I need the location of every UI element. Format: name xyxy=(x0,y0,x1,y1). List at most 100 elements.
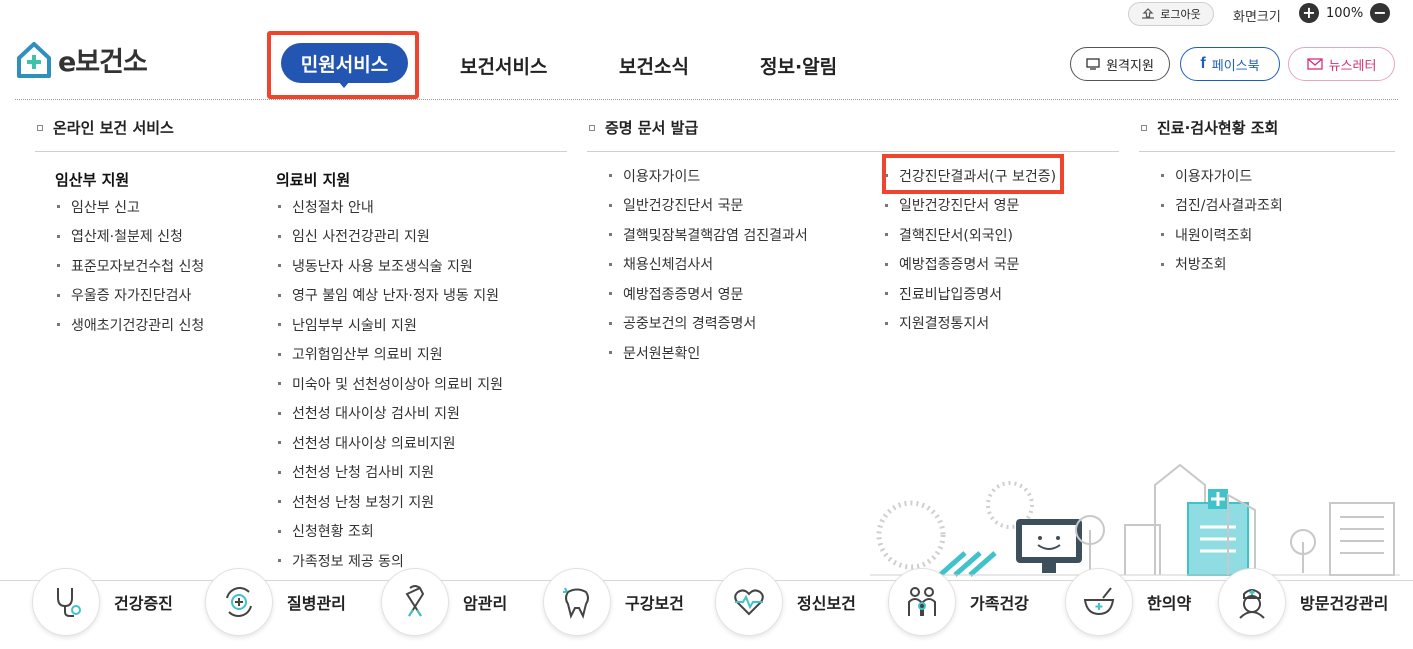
menu-link[interactable]: 고위험임산부 의료비 지원 xyxy=(276,340,503,370)
section-title-certificates: 증명 문서 발급 xyxy=(589,117,698,138)
quick-menu-label: 질병관리 xyxy=(287,594,346,613)
heart-pulse-icon xyxy=(734,589,764,616)
menu-link[interactable]: 선천성 난청 보청기 지원 xyxy=(276,487,503,517)
zoom-value: 100% xyxy=(1326,6,1364,21)
menu-link[interactable]: 임신 사전건강관리 지원 xyxy=(276,222,503,252)
gnb-item-health-service[interactable]: 보건서비스 xyxy=(460,52,547,79)
monitor-icon xyxy=(1086,58,1100,70)
menu-link[interactable]: 공중보건의 경력증명서 xyxy=(607,309,808,339)
menu-link[interactable]: 결핵진단서(외국인) xyxy=(883,220,1056,250)
plus-icon: + xyxy=(1302,3,1316,22)
mail-icon xyxy=(1306,58,1323,70)
square-bullet-icon xyxy=(1141,124,1147,131)
menu-link[interactable]: 이용자가이드 xyxy=(1159,161,1283,191)
quick-menu-item-mental-health[interactable]: 정신보건 xyxy=(715,568,856,636)
menu-link[interactable]: 미숙아 및 선천성이상아 의료비 지원 xyxy=(276,369,503,399)
menu-link[interactable]: 내원이력조회 xyxy=(1159,220,1283,250)
quick-menu-circle xyxy=(32,568,100,636)
section-line xyxy=(587,151,1119,152)
tooth-icon xyxy=(563,587,589,619)
medical-cost-list: 신청절차 안내 임신 사전건강관리 지원 냉동난자 사용 보조생식술 지원 영구… xyxy=(276,192,503,576)
zoom-in-button[interactable]: + xyxy=(1299,3,1319,23)
menu-link[interactable]: 임산부 신고 xyxy=(55,192,204,222)
gnb-item-health-news[interactable]: 보건소식 xyxy=(619,52,689,79)
quick-menu-label: 한의약 xyxy=(1147,594,1192,613)
virus-cycle-icon xyxy=(226,587,252,617)
remote-support-label: 원격지원 xyxy=(1106,58,1154,74)
quick-menu-circle xyxy=(205,568,273,636)
city-hospital-illustration xyxy=(870,463,1400,577)
quick-menu-item-disease-control[interactable]: 질병관리 xyxy=(205,568,346,636)
zoom-out-button[interactable]: − xyxy=(1370,3,1390,23)
facebook-icon: f xyxy=(1200,55,1206,72)
stethoscope-icon xyxy=(57,588,81,617)
quick-menu-item-oral-health[interactable]: 구강보건 xyxy=(543,568,684,636)
logout-label: 로그아웃 xyxy=(1160,8,1201,21)
menu-link[interactable]: 예방접종증명서 국문 xyxy=(883,250,1056,280)
menu-link[interactable]: 일반건강진단서 영문 xyxy=(883,191,1056,221)
quick-menu-label: 방문건강관리 xyxy=(1300,594,1389,613)
section-title-online-text: 온라인 보건 서비스 xyxy=(53,119,174,137)
menu-link[interactable]: 처방조회 xyxy=(1159,250,1283,280)
quick-menu-item-visiting-care[interactable]: 방문건강관리 xyxy=(1218,568,1388,636)
menu-link[interactable]: 검진/검사결과조회 xyxy=(1159,191,1283,221)
logout-icon xyxy=(1142,8,1155,19)
ribbon-icon xyxy=(405,585,425,617)
menu-link[interactable]: 지원결정통지서 xyxy=(883,309,1056,339)
gnb-item-civil-service[interactable]: 민원서비스 xyxy=(281,43,408,83)
menu-link[interactable]: 난임부부 시술비 지원 xyxy=(276,310,503,340)
facebook-button[interactable]: f 페이스북 xyxy=(1180,47,1280,81)
section-line xyxy=(1139,151,1395,152)
logout-button[interactable]: 로그아웃 xyxy=(1128,2,1214,26)
menu-link[interactable]: 채용신체검사서 xyxy=(607,250,808,280)
menu-link[interactable]: 이용자가이드 xyxy=(607,161,808,191)
menu-link[interactable]: 문서원본확인 xyxy=(607,338,808,368)
newsletter-button[interactable]: 뉴스레터 xyxy=(1288,47,1395,81)
menu-link[interactable]: 생애초기건강관리 신청 xyxy=(55,310,204,340)
exam-list: 이용자가이드 검진/검사결과조회 내원이력조회 처방조회 xyxy=(1159,161,1283,279)
menu-link[interactable]: 신청현황 조회 xyxy=(276,517,503,547)
certificate-list-1: 이용자가이드 일반건강진단서 국문 결핵및잠복결핵감염 검진결과서 채용신체검사… xyxy=(607,161,808,368)
menu-link[interactable]: 진료비납입증명서 xyxy=(883,279,1056,309)
menu-link[interactable]: 선천성 난청 검사비 지원 xyxy=(276,458,503,488)
section-line xyxy=(35,151,567,152)
quick-menu-circle xyxy=(1218,568,1286,636)
house-cross-icon xyxy=(17,41,51,78)
gnb-item-info-notice[interactable]: 정보·알림 xyxy=(760,52,837,79)
quick-menu-circle xyxy=(1065,568,1133,636)
quick-menu-circle xyxy=(888,568,956,636)
menu-link[interactable]: 표준모자보건수첩 신청 xyxy=(55,251,204,281)
menu-link[interactable]: 냉동난자 사용 보조생식술 지원 xyxy=(276,251,503,281)
mortar-icon xyxy=(1083,587,1115,616)
menu-link[interactable]: 영구 불임 예상 난자·정자 냉동 지원 xyxy=(276,281,503,311)
menu-link[interactable]: 우울증 자가진단검사 xyxy=(55,281,204,311)
quick-menu-circle xyxy=(543,568,611,636)
section-title-exam-text: 진료·검사현황 조회 xyxy=(1157,119,1279,137)
facebook-label: 페이스북 xyxy=(1211,58,1260,74)
quick-menu-circle xyxy=(715,568,783,636)
quick-menu-item-cancer-care[interactable]: 암관리 xyxy=(381,568,507,636)
minus-icon: − xyxy=(1373,3,1387,22)
remote-support-button[interactable]: 원격지원 xyxy=(1070,47,1170,81)
quick-menu-item-oriental-medicine[interactable]: 한의약 xyxy=(1065,568,1191,636)
family-icon xyxy=(908,587,936,616)
menu-link[interactable]: 선천성 대사이상 의료비지원 xyxy=(276,428,503,458)
menu-link[interactable]: 엽산제·철분제 신청 xyxy=(55,222,204,252)
menu-link[interactable]: 건강진단결과서(구 보건증) xyxy=(883,161,1056,191)
menu-link[interactable]: 예방접종증명서 영문 xyxy=(607,279,808,309)
quick-menu-label: 암관리 xyxy=(463,594,508,613)
certificate-list-2: 건강진단결과서(구 보건증) 일반건강진단서 영문 결핵진단서(외국인) 예방접… xyxy=(883,161,1056,338)
menu-link[interactable]: 일반건강진단서 국문 xyxy=(607,191,808,221)
quick-menu-item-health-promotion[interactable]: 건강증진 xyxy=(32,568,173,636)
screen-size-label: 화면크기 xyxy=(1233,10,1281,25)
quick-menu-label: 건강증진 xyxy=(114,594,173,613)
quick-menu-label: 정신보건 xyxy=(797,594,856,613)
quick-menu-item-family-health[interactable]: 가족건강 xyxy=(888,568,1029,636)
menu-link[interactable]: 결핵및잠복결핵감염 검진결과서 xyxy=(607,220,808,250)
menu-link[interactable]: 선천성 대사이상 검사비 지원 xyxy=(276,399,503,429)
quick-menu-circle xyxy=(381,568,449,636)
menu-link[interactable]: 신청절차 안내 xyxy=(276,192,503,222)
logo-text: e보건소 xyxy=(58,47,148,78)
nurse-icon xyxy=(1239,589,1265,619)
site-logo[interactable]: e보건소 xyxy=(16,40,148,79)
